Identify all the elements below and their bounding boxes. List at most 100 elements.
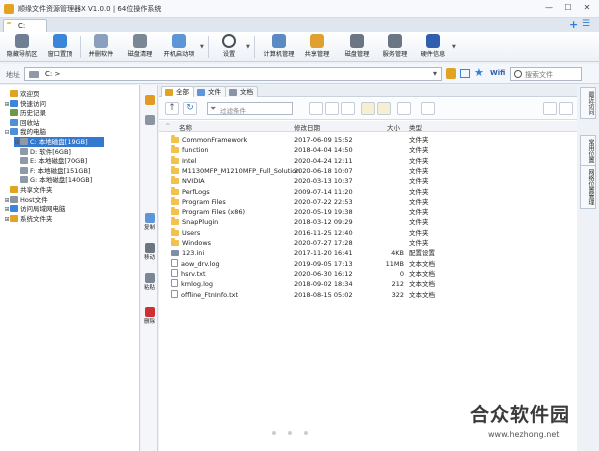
file-row[interactable]: Users 2016-11-25 12:40 文件夹: [159, 227, 577, 238]
file-row[interactable]: Intel 2020-04-24 12:11 文件夹: [159, 155, 577, 166]
grid-view-icon[interactable]: [361, 102, 375, 115]
new-folder-icon[interactable]: [421, 102, 435, 115]
column-name[interactable]: 名称: [179, 122, 192, 132]
side-tab[interactable]: 常用位置: [580, 135, 596, 167]
preview-pane-icon[interactable]: [559, 102, 573, 115]
column-date[interactable]: 修改日期: [294, 122, 320, 132]
file-row[interactable]: 123.ini 2017-11-20 16:41 4KB 配置设置: [159, 248, 577, 258]
tree-item[interactable]: ⊞ 快速访问: [4, 99, 46, 109]
pager-dot[interactable]: [288, 431, 292, 435]
file-row[interactable]: offline_FtnInfo.txt 2018-08-15 05:02 322 文本…: [159, 289, 577, 300]
delete-button[interactable]: 删除: [141, 307, 158, 325]
hide-navigation-button[interactable]: 隐藏导航区: [3, 33, 41, 61]
pane-tab[interactable]: 文件: [193, 86, 226, 97]
chevron-down-icon[interactable]: ▾: [433, 69, 437, 78]
column-size[interactable]: 大小: [387, 122, 400, 132]
action-label: 删除: [143, 319, 155, 325]
file-row[interactable]: aow_drv.log 2019-09-05 17:13 11MB 文本文档: [159, 258, 577, 269]
tree-item[interactable]: 历史记录: [4, 108, 46, 118]
ribbon-label: 开机启动项: [163, 51, 195, 58]
tree-item[interactable]: G: 本地磁盘[140GB]: [14, 175, 92, 185]
filter-input[interactable]: ⏷ 过滤条件: [207, 102, 293, 115]
file-row[interactable]: function 2018-04-04 14:50 文件夹: [159, 145, 577, 155]
pane-tab[interactable]: 全部: [161, 86, 194, 97]
file-row[interactable]: Windows 2020-07-27 17:28 文件夹: [159, 238, 577, 248]
search-input[interactable]: 搜索文件: [510, 67, 582, 81]
action-label: 粘贴: [143, 285, 155, 291]
pager-dot[interactable]: [272, 431, 276, 435]
list-view-icon[interactable]: [377, 102, 391, 115]
tree-item[interactable]: 欢迎页: [4, 89, 40, 99]
maximize-button[interactable]: ☐: [559, 2, 577, 14]
chevron-down-icon[interactable]: ▼: [200, 44, 204, 50]
refresh-icon[interactable]: ↻: [183, 102, 197, 115]
tree-item[interactable]: 共享文件夹: [4, 185, 53, 195]
address-input[interactable]: C: > ▾: [24, 67, 442, 81]
service-management-button[interactable]: 服务管理: [378, 33, 412, 61]
star-icon[interactable]: ★: [474, 66, 484, 79]
hardware-info-button[interactable]: 硬件信息: [416, 33, 450, 61]
tree-item[interactable]: E: 本地磁盘[70GB]: [14, 156, 87, 166]
minimize-button[interactable]: —: [540, 2, 558, 14]
tab-drive-c[interactable]: C:: [3, 19, 47, 32]
tree-item[interactable]: ⊞ 系统文件夹: [4, 214, 53, 224]
align-center-icon[interactable]: [325, 102, 339, 115]
tree-item[interactable]: ⊞ C: 本地磁盘[19GB]: [14, 137, 104, 147]
sort-arrow-icon: ^: [165, 122, 171, 130]
column-type[interactable]: 类型: [409, 122, 422, 132]
tab-list-icon[interactable]: ☰: [582, 19, 590, 29]
file-row[interactable]: hsrv.txt 2020-06-30 16:12 0 文本文档: [159, 268, 577, 279]
bookmark-icon[interactable]: [446, 68, 456, 79]
tree-item[interactable]: ⊞ Host文件: [4, 195, 48, 205]
file-row[interactable]: Program Files 2020-07-22 22:53 文件夹: [159, 196, 577, 207]
pane-tab[interactable]: 文档: [225, 86, 258, 97]
close-button[interactable]: ✕: [578, 2, 596, 14]
settings-button[interactable]: 设置: [214, 33, 244, 61]
tree-item-label: C: 本地磁盘[19GB]: [30, 138, 88, 146]
side-tab[interactable]: 最近访问: [580, 87, 596, 119]
tree-item[interactable]: ⊟ 我的电脑: [4, 127, 46, 137]
disk-cleanup-button[interactable]: 磁盘清理: [123, 33, 157, 61]
file-name: Program Files: [182, 197, 226, 206]
view-icon[interactable]: [460, 69, 470, 78]
file-row[interactable]: Program Files (x86) 2020-05-19 19:38 文件夹: [159, 207, 577, 217]
file-row[interactable]: CommonFramework 2017-06-09 15:52 文件夹: [159, 135, 577, 145]
pane-tab-label: 文档: [240, 88, 253, 96]
file-row[interactable]: kmlog.log 2018-09-02 18:34 212 文本文档: [159, 279, 577, 289]
pin-window-button[interactable]: 窗口置顶: [43, 33, 77, 61]
tree-item[interactable]: ⊞ 访问局域网电脑: [4, 204, 66, 214]
file-row[interactable]: M1130MFP_M1210MFP_Full_Solution 2020-06-1…: [159, 165, 577, 176]
file-row[interactable]: SnapPlugin 2018-03-12 09:29 文件夹: [159, 217, 577, 227]
disk-management-button[interactable]: 磁盘管理: [340, 33, 374, 61]
wifi-icon[interactable]: Wifi: [490, 69, 505, 77]
file-date: 2018-09-02 18:34: [294, 280, 353, 289]
ribbon-label: 共享管理: [304, 51, 330, 58]
chevron-down-icon[interactable]: ▼: [246, 44, 250, 50]
tree-item[interactable]: F: 本地磁盘[151GB]: [14, 166, 90, 176]
action-column: 复制 移动 粘贴 删除: [141, 85, 158, 451]
up-arrow-icon[interactable]: ↑: [165, 102, 179, 115]
align-left-icon[interactable]: [309, 102, 323, 115]
new-file-icon[interactable]: [397, 102, 411, 115]
side-tab[interactable]: 网络位置管理: [580, 165, 596, 209]
chevron-down-icon[interactable]: ▼: [452, 44, 456, 50]
computer-management-button[interactable]: 计算机管理: [260, 33, 298, 61]
tree-item[interactable]: D: 软件[6GB]: [14, 147, 71, 157]
share-management-button[interactable]: 共享管理: [300, 33, 334, 61]
tree-item-icon: [20, 176, 28, 184]
window-button[interactable]: [141, 115, 158, 125]
move-button[interactable]: 移动: [141, 243, 158, 261]
align-right-icon[interactable]: [341, 102, 355, 115]
folder-open-button[interactable]: [141, 95, 158, 105]
uninstall-button[interactable]: 并删软件: [84, 33, 118, 61]
details-view-icon[interactable]: [543, 102, 557, 115]
new-tab-icon[interactable]: +: [569, 18, 578, 31]
pager-dot[interactable]: [304, 431, 308, 435]
file-row[interactable]: PerfLogs 2009-07-14 11:20 文件夹: [159, 186, 577, 197]
copy-button[interactable]: 复制: [141, 213, 158, 231]
file-type: 文件夹: [409, 228, 429, 237]
paste-button[interactable]: 粘贴: [141, 273, 158, 291]
startup-items-button[interactable]: 开机启动项: [160, 33, 198, 61]
tree-item[interactable]: 回收站: [4, 118, 40, 128]
file-row[interactable]: NVIDIA 2020-03-13 10:37 文件夹: [159, 176, 577, 186]
